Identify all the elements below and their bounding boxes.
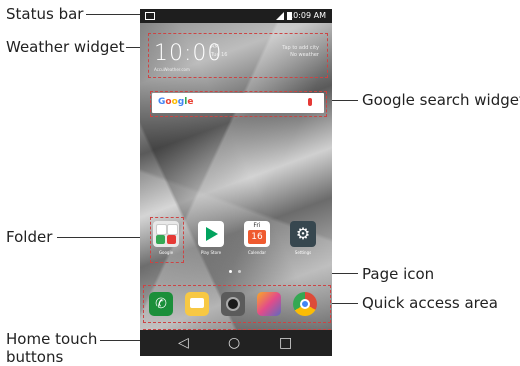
- weather-ampm: AM: [211, 44, 219, 50]
- google-search-widget-label: Google search widget: [362, 91, 520, 109]
- weather-none-line: No weather: [290, 52, 319, 58]
- page-dot-1[interactable]: [229, 270, 232, 273]
- weather-tap-text[interactable]: Tap to add city No weather: [249, 45, 319, 59]
- calendar-date: 16: [248, 230, 266, 244]
- back-icon[interactable]: ◁: [178, 335, 189, 351]
- status-time: 10:09 AM: [288, 11, 326, 20]
- home-touch-buttons-label: Home touch buttons: [6, 330, 97, 366]
- folder-leader: [57, 237, 153, 238]
- chrome-icon[interactable]: [293, 292, 317, 316]
- folder-label: Folder: [6, 228, 53, 246]
- folder-icon[interactable]: [153, 221, 179, 247]
- app-label-google: Google: [158, 250, 174, 255]
- weather-widget[interactable]: 10:00 AM Tue 16 Tap to add city No weath…: [150, 35, 325, 75]
- google-search-widget[interactable]: Google: [152, 93, 324, 113]
- camera-icon[interactable]: [221, 292, 245, 316]
- page-icon-label: Page icon: [362, 265, 435, 283]
- weather-source: AccuWeather.com: [154, 67, 190, 72]
- google-logo: Google: [158, 97, 194, 107]
- messaging-icon[interactable]: [185, 292, 209, 316]
- home-icon[interactable]: ○: [228, 335, 240, 351]
- mic-icon[interactable]: [308, 98, 312, 106]
- page-dot-2[interactable]: [238, 270, 241, 273]
- home-touch-buttons: ◁ ○ □: [140, 330, 332, 356]
- home-touch-leader: [100, 340, 140, 341]
- home-touch-buttons-line2: buttons: [6, 348, 64, 366]
- home-touch-buttons-line1: Home touch: [6, 330, 98, 348]
- calendar-icon[interactable]: Fri 16: [244, 221, 270, 247]
- phone-icon[interactable]: ✆: [149, 292, 173, 316]
- app-label-play-store: Play Store: [200, 250, 222, 255]
- recents-icon[interactable]: □: [279, 335, 292, 351]
- quick-access-area: ✆: [145, 288, 327, 320]
- weather-widget-label: Weather widget: [6, 38, 125, 56]
- weather-date: Tue 16: [211, 52, 228, 58]
- home-apps-row: Google Play Store Fri 16 Calendar ⚙ Sett…: [140, 213, 332, 263]
- image-icon: [145, 12, 155, 20]
- quick-access-leader: [332, 303, 358, 304]
- status-bar-label: Status bar: [6, 5, 84, 23]
- app-label-calendar: Calendar: [248, 250, 266, 255]
- app-label-settings: Settings: [294, 250, 312, 255]
- status-bar: 10:09 AM: [140, 9, 332, 23]
- calendar-day: Fri: [253, 222, 261, 229]
- phone-screen: 10:09 AM 10:00 AM Tue 16 Tap to add city…: [140, 9, 332, 356]
- page-indicator[interactable]: [140, 268, 332, 276]
- gear-icon[interactable]: ⚙: [290, 221, 316, 247]
- weather-tap-line: Tap to add city: [282, 45, 319, 51]
- quick-access-area-label: Quick access area: [362, 294, 498, 312]
- play-store-icon[interactable]: [198, 221, 224, 247]
- status-bar-leader: [86, 14, 140, 15]
- signal-icon: [276, 12, 284, 20]
- gallery-icon[interactable]: [257, 292, 281, 316]
